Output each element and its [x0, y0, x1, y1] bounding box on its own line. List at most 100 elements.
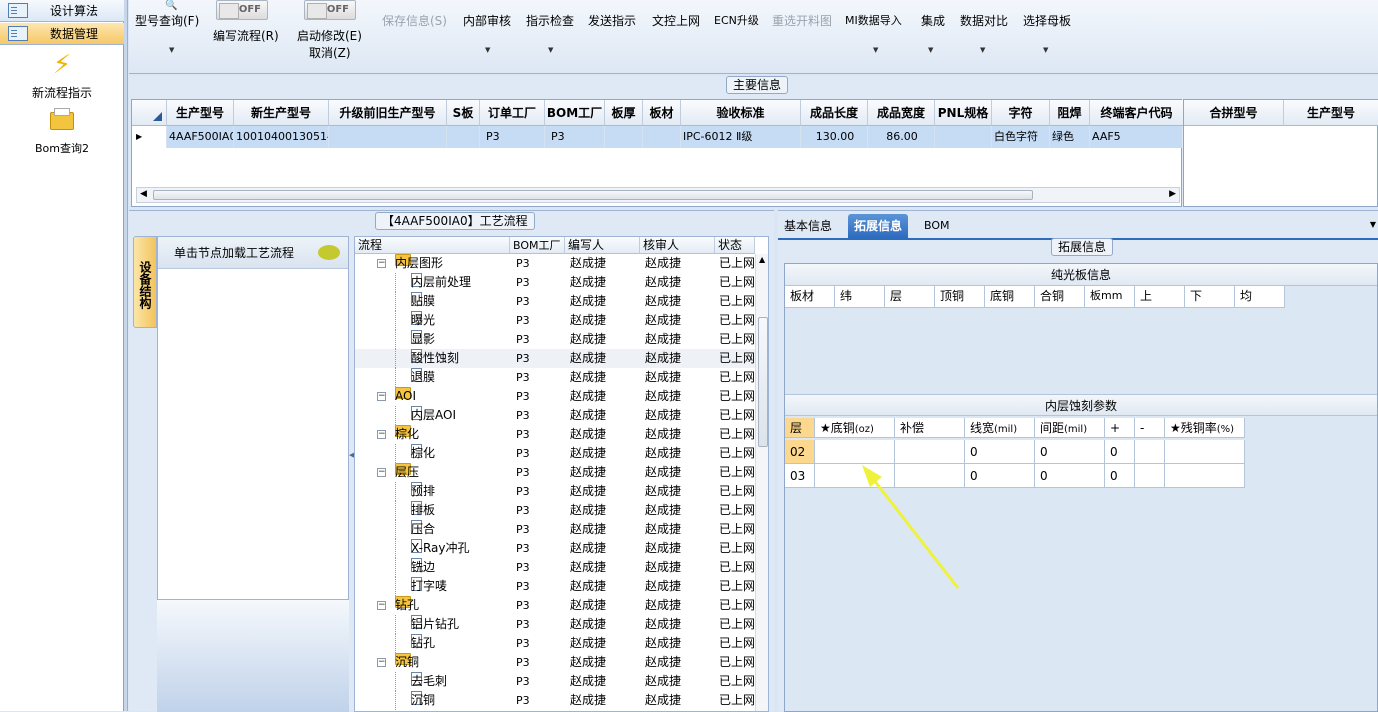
write-flow-toggle[interactable]: OFF	[216, 0, 268, 20]
column-header[interactable]: 合拼型号	[1184, 100, 1284, 126]
table-cell[interactable]: AAF5	[1090, 126, 1184, 148]
tree-node-label: X-Ray冲孔	[411, 541, 470, 555]
column-header[interactable]: S板	[447, 100, 480, 126]
internal-review-button[interactable]: 内部审核 ▼	[463, 12, 511, 54]
column-header[interactable]: 字符	[992, 100, 1050, 126]
tree-node-step[interactable]: 酸性蚀刻 P3 赵成捷 赵成捷 已上网	[355, 349, 755, 368]
table-cell[interactable]	[447, 126, 480, 148]
column-header[interactable]: PNL规格	[935, 100, 992, 126]
tree-node-step[interactable]: 退膜 P3 赵成捷 赵成捷 已上网	[355, 368, 755, 387]
tree-node-step[interactable]: 去毛刺 P3 赵成捷 赵成捷 已上网	[355, 672, 755, 691]
tree-node-step[interactable]: 铝片钻孔 P3 赵成捷 赵成捷 已上网	[355, 615, 755, 634]
nav-section-data-management[interactable]: 数据管理	[0, 23, 124, 45]
start-edit-button[interactable]: 启动修改(E)	[297, 27, 362, 44]
scrollbar-thumb[interactable]	[153, 190, 1033, 200]
table-cell[interactable]: P3	[480, 126, 545, 148]
tree-node-step[interactable]: 铣边 P3 赵成捷 赵成捷 已上网	[355, 558, 755, 577]
equipment-structure-tab[interactable]: 设备结构	[133, 236, 157, 328]
vertical-scrollbar[interactable]: ▲	[755, 254, 768, 711]
save-info-button[interactable]: 保存信息(S)	[382, 12, 447, 29]
column-header[interactable]: 核审人	[640, 237, 715, 254]
collapse-icon[interactable]: −	[377, 468, 386, 477]
collapse-icon[interactable]: −	[377, 259, 386, 268]
column-header[interactable]: 新生产型号	[234, 100, 329, 126]
nav-item-bom-query[interactable]: Bom查询2	[0, 106, 124, 156]
column-header[interactable]: 阻焊	[1050, 100, 1090, 126]
table-cell[interactable]	[605, 126, 643, 148]
table-cell[interactable]: 4AAF500IA0	[167, 126, 234, 148]
select-mother-button[interactable]: 选择母板 ▼	[1023, 12, 1071, 54]
tree-node-step[interactable]: 预排 P3 赵成捷 赵成捷 已上网	[355, 482, 755, 501]
scrollbar-thumb[interactable]	[758, 317, 768, 447]
table-cell[interactable]: P3	[545, 126, 605, 148]
tree-node-step[interactable]: 排板 P3 赵成捷 赵成捷 已上网	[355, 501, 755, 520]
grid-corner	[132, 100, 167, 126]
column-header[interactable]: BOM工厂	[545, 100, 605, 126]
table-cell[interactable]: 绿色	[1050, 126, 1090, 148]
column-header[interactable]: 成品宽度	[868, 100, 935, 126]
table-cell[interactable]: 86.00	[868, 126, 935, 148]
tree-node-group[interactable]: − 层压 P3 赵成捷 赵成捷 已上网	[355, 463, 755, 482]
table-cell[interactable]: 130.00	[801, 126, 868, 148]
column-header[interactable]: 板材	[643, 100, 681, 126]
table-cell[interactable]	[329, 126, 447, 148]
data-compare-button[interactable]: 数据对比 ▼	[960, 12, 1008, 54]
ecn-upgrade-button[interactable]: ECN升级	[714, 12, 759, 28]
integrate-button[interactable]: 集成 ▼	[921, 12, 945, 54]
cancel-button[interactable]: 取消(Z)	[309, 44, 351, 61]
tree-node-step[interactable]: 打字唛 P3 赵成捷 赵成捷 已上网	[355, 577, 755, 596]
model-query-button[interactable]: 🔍 型号查询(F) ▼	[135, 0, 199, 54]
tree-node-step[interactable]: 显影 P3 赵成捷 赵成捷 已上网	[355, 330, 755, 349]
tree-node-step[interactable]: 贴膜 P3 赵成捷 赵成捷 已上网	[355, 292, 755, 311]
instruction-check-button[interactable]: 指示检查 ▼	[526, 12, 574, 54]
column-header[interactable]: 状态	[715, 237, 755, 254]
writer-cell: 赵成捷	[570, 256, 607, 270]
tree-node-group[interactable]: − AOI P3 赵成捷 赵成捷 已上网	[355, 387, 755, 406]
tree-node-group[interactable]: − 棕化 P3 赵成捷 赵成捷 已上网	[355, 425, 755, 444]
column-header[interactable]: 流程	[355, 237, 510, 254]
table-cell[interactable]: 10010400130514	[234, 126, 329, 148]
collapse-icon[interactable]: −	[377, 601, 386, 610]
table-cell[interactable]	[643, 126, 681, 148]
column-header[interactable]: BOM工厂	[510, 237, 565, 254]
writer-cell: 赵成捷	[570, 617, 607, 631]
collapse-icon[interactable]: −	[377, 430, 386, 439]
tree-node-step[interactable]: 钻孔 P3 赵成捷 赵成捷 已上网	[355, 634, 755, 653]
splitter-handle[interactable]	[771, 451, 775, 511]
start-edit-toggle[interactable]: OFF	[304, 0, 356, 20]
table-cell[interactable]: IPC-6012 Ⅱ级	[681, 126, 801, 148]
column-header[interactable]: 编写人	[565, 237, 640, 254]
column-header[interactable]: 生产型号	[167, 100, 234, 126]
mi-import-button[interactable]: MI数据导入 ▼	[845, 12, 902, 54]
column-header[interactable]: 订单工厂	[480, 100, 545, 126]
column-header[interactable]: 升级前旧生产型号	[329, 100, 447, 126]
send-instruction-button[interactable]: 发送指示	[588, 12, 636, 29]
tree-node-group[interactable]: − 沉铜 P3 赵成捷 赵成捷 已上网	[355, 653, 755, 672]
nav-item-new-flow-instruction[interactable]: ⚡ 新流程指示	[0, 50, 124, 101]
column-header[interactable]: 生产型号	[1284, 100, 1378, 126]
reselect-cut-button[interactable]: 重选开料图	[772, 12, 832, 29]
column-header[interactable]: 成品长度	[801, 100, 868, 126]
table-cell[interactable]: 白色字符	[992, 126, 1050, 148]
column-header[interactable]: 验收标准	[681, 100, 801, 126]
collapse-icon[interactable]: −	[377, 392, 386, 401]
tree-node-step[interactable]: 内层AOI P3 赵成捷 赵成捷 已上网	[355, 406, 755, 425]
doc-control-upload-button[interactable]: 文控上网	[652, 12, 700, 29]
nav-section-design-algorithm[interactable]: 设计算法	[0, 0, 124, 22]
table-cell[interactable]	[935, 126, 992, 148]
tree-node-step[interactable]: 内层前处理 P3 赵成捷 赵成捷 已上网	[355, 273, 755, 292]
sidebar-splitter[interactable]	[124, 0, 128, 711]
writer-cell: 赵成捷	[570, 332, 607, 346]
tree-node-step[interactable]: 沉铜 P3 赵成捷 赵成捷 已上网	[355, 691, 755, 710]
column-header[interactable]: 终端客户代码	[1090, 100, 1184, 126]
tree-node-group[interactable]: − 钻孔 P3 赵成捷 赵成捷 已上网	[355, 596, 755, 615]
horizontal-scrollbar[interactable]: ◀ ▶	[136, 187, 1180, 203]
tree-node-step[interactable]: X-Ray冲孔 P3 赵成捷 赵成捷 已上网	[355, 539, 755, 558]
tree-node-step[interactable]: 曝光 P3 赵成捷 赵成捷 已上网	[355, 311, 755, 330]
tree-node-group[interactable]: − 内层图形 P3 赵成捷 赵成捷 已上网	[355, 254, 755, 273]
tree-node-step[interactable]: 压合 P3 赵成捷 赵成捷 已上网	[355, 520, 755, 539]
collapse-icon[interactable]: −	[377, 658, 386, 667]
tree-node-step[interactable]: 棕化 P3 赵成捷 赵成捷 已上网	[355, 444, 755, 463]
write-flow-button[interactable]: 编写流程(R)	[213, 27, 279, 44]
column-header[interactable]: 板厚	[605, 100, 643, 126]
